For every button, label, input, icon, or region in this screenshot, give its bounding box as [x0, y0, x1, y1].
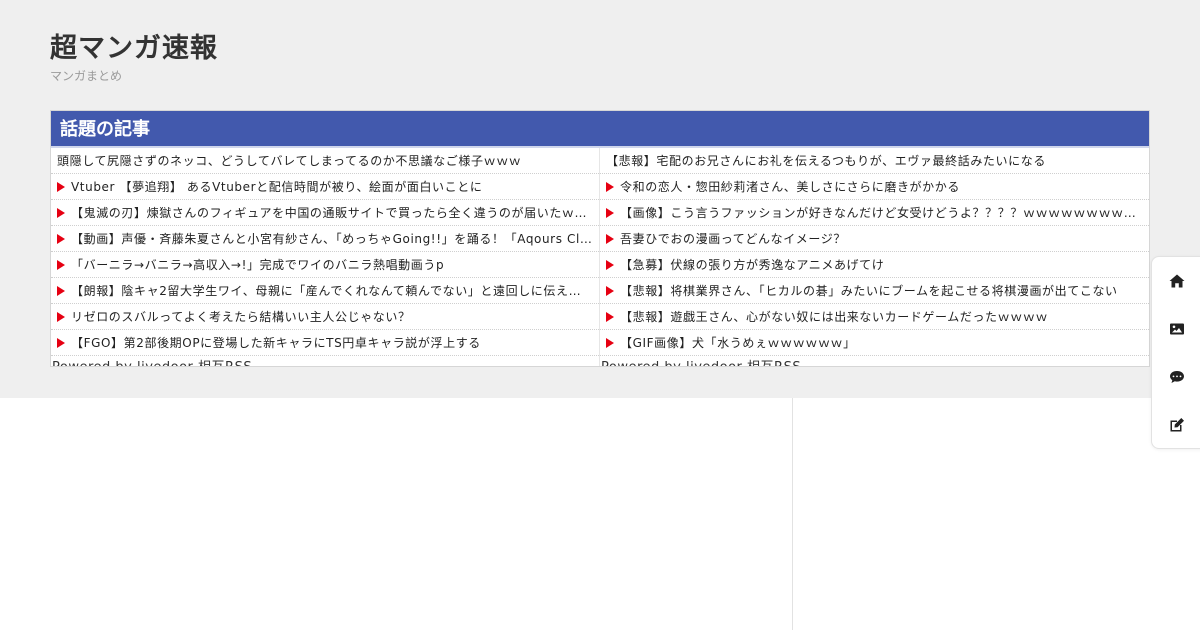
triangle-bullet-icon — [606, 207, 614, 218]
triangle-bullet-icon — [57, 311, 65, 322]
article-link[interactable]: 吾妻ひでおの漫画ってどんなイメージ？ — [600, 226, 1149, 252]
article-link[interactable]: 【鬼滅の刃】煉獄さんのフィギュアを中国の通販サイトで買ったら全く違うのが届いたｗ… — [51, 200, 599, 226]
triangle-bullet-icon — [606, 285, 614, 296]
article-title: 令和の恋人・惣田紗莉渚さん、美しさにさらに磨きがかかる — [620, 180, 960, 194]
article-title: 【悲報】遊戯王さん、心がない奴には出来ないカードゲームだったｗｗｗｗ — [620, 310, 1049, 324]
article-title: 【FGO】第2部後期OPに登場した新キャラにTS円卓キャラ説が浮上する — [71, 336, 481, 350]
home-icon — [1169, 274, 1184, 288]
trending-articles-panel: 話題の記事 頭隠して尻隠さずのネッコ、どうしてバレてしまってるのか不思議なご様子… — [50, 110, 1150, 367]
rss-column-right: 【悲報】宅配のお兄さんにお礼を伝えるつもりが、エヴァ最終話みたいになる令和の恋人… — [600, 148, 1149, 366]
article-link[interactable]: 「バーニラ→バニラ→高収入→!」完成でワイのバニラ熱唱動画うp — [51, 252, 599, 278]
triangle-bullet-icon — [57, 337, 65, 348]
triangle-bullet-icon — [57, 285, 65, 296]
article-title: 「バーニラ→バニラ→高収入→!」完成でワイのバニラ熱唱動画うp — [71, 258, 445, 272]
article-title: 吾妻ひでおの漫画ってどんなイメージ？ — [620, 232, 846, 246]
article-link[interactable]: 【朗報】陰キャ2留大学生ワイ、母親に「産んでくれなんて頼んでない」と遠回しに伝え… — [51, 278, 599, 304]
floating-side-menu — [1151, 256, 1200, 449]
site-subtitle: マンガまとめ — [50, 69, 123, 83]
article-link[interactable]: Vtuber 【夢追翔】 あるVtuberと配信時間が被り、絵面が面白いことに — [51, 174, 599, 200]
article-link[interactable]: 【動画】声優・斉藤朱夏さんと小宮有紗さん、「めっちゃGoing!!」を踊る！「A… — [51, 226, 599, 252]
article-title: 【朗報】陰キャ2留大学生ワイ、母親に「産んでくれなんて頼んでない」と遠回しに伝え… — [71, 284, 593, 298]
triangle-bullet-icon — [606, 337, 614, 348]
home-button[interactable] — [1152, 257, 1200, 305]
triangle-bullet-icon — [57, 181, 65, 192]
article-link[interactable]: 【GIF画像】犬「水うめぇｗｗｗｗｗｗ」 — [600, 330, 1149, 356]
edit-button[interactable] — [1152, 401, 1200, 449]
article-link[interactable]: リゼロのスバルってよく考えたら結構いい主人公じゃない？ — [51, 304, 599, 330]
triangle-bullet-icon — [57, 207, 65, 218]
article-link[interactable]: 【急募】伏線の張り方が秀逸なアニメあげてけ — [600, 252, 1149, 278]
article-title: Vtuber 【夢追翔】 あるVtuberと配信時間が被り、絵面が面白いことに — [71, 180, 483, 194]
article-title: 【急募】伏線の張り方が秀逸なアニメあげてけ — [620, 258, 885, 272]
comment-icon — [1169, 371, 1184, 383]
powered-by-link[interactable]: Powered by livedoor 相互RSS — [52, 356, 252, 366]
article-link[interactable]: 【画像】こう言うファッションが好きなんだけど女受けどうよ？？？？ｗｗｗｗｗｗｗｗ… — [600, 200, 1149, 226]
article-title: 頭隠して尻隠さずのネッコ、どうしてバレてしまってるのか不思議なご様子ｗｗｗ — [57, 154, 522, 168]
image-icon — [1169, 323, 1184, 335]
article-link[interactable]: 【悲報】遊戯王さん、心がない奴には出来ないカードゲームだったｗｗｗｗ — [600, 304, 1149, 330]
article-title: 【悲報】宅配のお兄さんにお礼を伝えるつもりが、エヴァ最終話みたいになる — [606, 154, 1046, 168]
site-title[interactable]: 超マンガ速報 — [50, 26, 218, 65]
powered-by-link[interactable]: Powered by livedoor 相互RSS — [601, 356, 801, 366]
article-link[interactable]: 【FGO】第2部後期OPに登場した新キャラにTS円卓キャラ説が浮上する — [51, 330, 599, 356]
article-title: 【動画】声優・斉藤朱夏さんと小宮有紗さん、「めっちゃGoing!!」を踊る！「A… — [71, 232, 593, 246]
content-sidebar-divider — [792, 398, 793, 630]
triangle-bullet-icon — [606, 181, 614, 192]
article-title: 【画像】こう言うファッションが好きなんだけど女受けどうよ？？？？ｗｗｗｗｗｗｗｗ… — [620, 206, 1143, 220]
triangle-bullet-icon — [57, 259, 65, 270]
article-title: 【GIF画像】犬「水うめぇｗｗｗｗｗｗ」 — [620, 336, 856, 350]
rss-column-left: 頭隠して尻隠さずのネッコ、どうしてバレてしまってるのか不思議なご様子ｗｗｗ Vtu… — [51, 148, 600, 366]
article-link[interactable]: 頭隠して尻隠さずのネッコ、どうしてバレてしまってるのか不思議なご様子ｗｗｗ — [51, 148, 599, 174]
triangle-bullet-icon — [57, 233, 65, 244]
article-title: 【鬼滅の刃】煉獄さんのフィギュアを中国の通販サイトで買ったら全く違うのが届いたｗ… — [71, 206, 593, 220]
header-band: 超マンガ速報 マンガまとめ 話題の記事 頭隠して尻隠さずのネッコ、どうしてバレて… — [0, 0, 1200, 398]
image-button[interactable] — [1152, 305, 1200, 353]
article-link[interactable]: 【悲報】宅配のお兄さんにお礼を伝えるつもりが、エヴァ最終話みたいになる — [600, 148, 1149, 174]
comment-button[interactable] — [1152, 353, 1200, 401]
article-title: リゼロのスバルってよく考えたら結構いい主人公じゃない？ — [71, 310, 411, 324]
triangle-bullet-icon — [606, 259, 614, 270]
triangle-bullet-icon — [606, 311, 614, 322]
article-link[interactable]: 令和の恋人・惣田紗莉渚さん、美しさにさらに磨きがかかる — [600, 174, 1149, 200]
triangle-bullet-icon — [606, 233, 614, 244]
article-link[interactable]: 【悲報】将棋業界さん、「ヒカルの碁」みたいにブームを起こせる将棋漫画が出てこない — [600, 278, 1149, 304]
edit-icon — [1170, 418, 1184, 432]
article-title: 【悲報】将棋業界さん、「ヒカルの碁」みたいにブームを起こせる将棋漫画が出てこない — [620, 284, 1118, 298]
panel-heading: 話題の記事 — [51, 111, 1149, 148]
